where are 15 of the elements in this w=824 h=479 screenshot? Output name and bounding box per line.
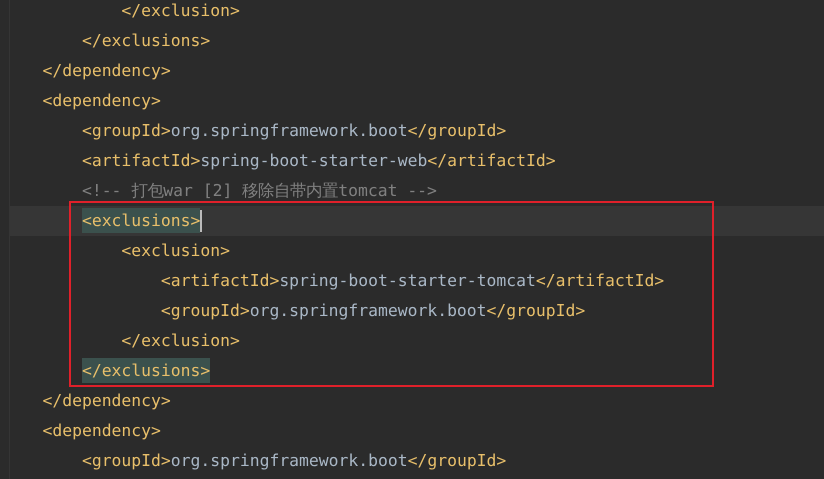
code-line: <artifactId>spring-boot-starter-tomcat</artifactId> (160, 270, 664, 292)
code-line: <artifactId>spring-boot-starter-web</artifactId> (80, 150, 556, 172)
code-line: <groupId>org.springframework.boot</groupId> (80, 120, 506, 142)
code-line: </exclusions> (80, 30, 210, 52)
code-line: </exclusion> (120, 330, 240, 352)
code-line: <dependency> (41, 420, 161, 442)
code-line: <exclusion> (120, 240, 230, 262)
code-line: <!-- 打包war [2] 移除自带内置tomcat --> (80, 180, 437, 202)
code-line: <groupId>org.springframework.boot</groupId> (160, 300, 586, 322)
code-line: <groupId>org.springframework.boot</groupId> (80, 450, 506, 472)
code-line: </dependency> (41, 60, 171, 82)
code-line: </dependency> (41, 390, 171, 412)
text-cursor (200, 210, 202, 232)
code-line: </exclusion> (120, 0, 240, 22)
code-line: <dependency> (41, 90, 161, 112)
